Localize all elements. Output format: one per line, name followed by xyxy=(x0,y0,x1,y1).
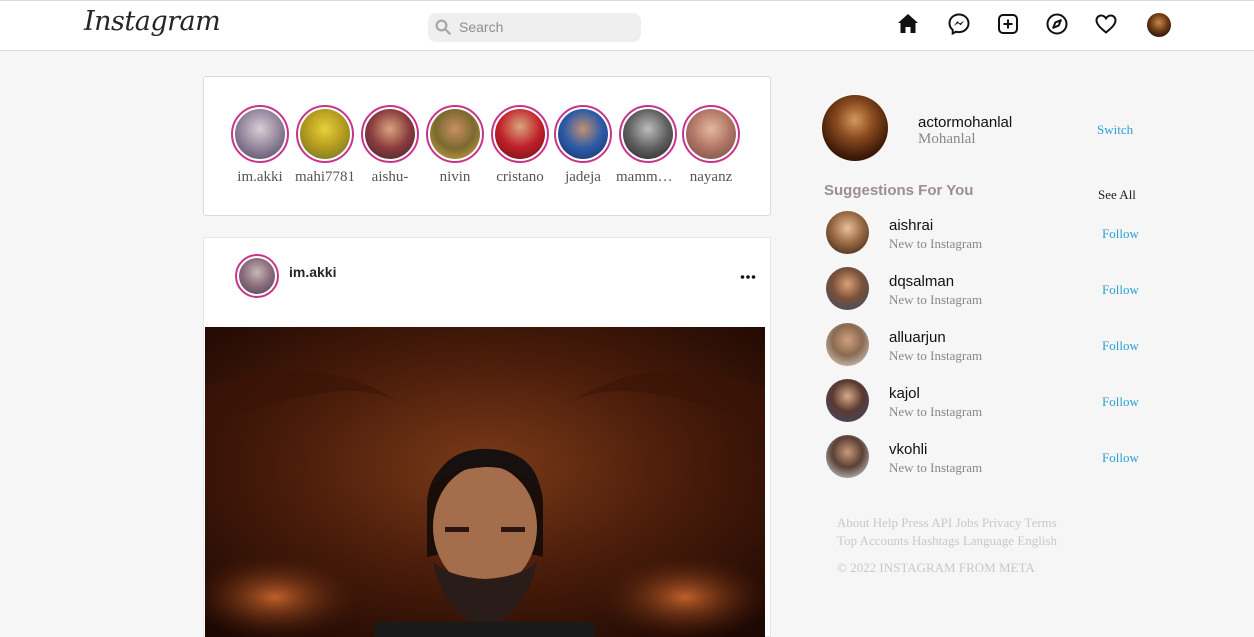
post-photo xyxy=(205,327,765,637)
search-placeholder: Search xyxy=(459,19,504,35)
suggestion-avatar[interactable] xyxy=(826,379,869,422)
follow-button[interactable]: Follow xyxy=(1102,226,1139,242)
suggestion-username[interactable]: vkohli xyxy=(889,441,927,458)
suggestion-username[interactable]: kajol xyxy=(889,385,920,402)
heart-icon[interactable] xyxy=(1094,12,1118,36)
current-user-avatar[interactable] xyxy=(822,95,888,161)
story-item[interactable]: nivin xyxy=(423,105,487,186)
footer-links-line-1[interactable]: About Help Press API Jobs Privacy Terms xyxy=(837,514,1077,532)
story-avatar xyxy=(686,109,736,159)
post-author-avatar[interactable] xyxy=(235,254,279,298)
avatar-image xyxy=(239,258,275,294)
profile-avatar[interactable] xyxy=(1147,13,1171,37)
story-ring xyxy=(682,105,740,163)
see-all-link[interactable]: See All xyxy=(1098,187,1136,203)
suggestion-username[interactable]: dqsalman xyxy=(889,273,954,290)
story-username: nayanz xyxy=(689,169,733,185)
search-icon xyxy=(435,19,451,35)
story-ring xyxy=(619,105,677,163)
story-item[interactable]: aishu- xyxy=(358,105,422,186)
story-ring xyxy=(554,105,612,163)
story-username: mahi7781 xyxy=(295,169,355,185)
follow-button[interactable]: Follow xyxy=(1102,338,1139,354)
copyright-text: © 2022 INSTAGRAM FROM META xyxy=(837,560,1035,575)
story-ring xyxy=(426,105,484,163)
story-avatar xyxy=(558,109,608,159)
story-username: aishu- xyxy=(371,169,409,185)
post-author-username[interactable]: im.akki xyxy=(289,264,336,280)
story-ring xyxy=(231,105,289,163)
suggestion-subtitle: New to Instagram xyxy=(889,236,983,251)
story-avatar xyxy=(365,109,415,159)
suggestion-username[interactable]: aishrai xyxy=(889,217,933,234)
feed-post: im.akki xyxy=(203,237,771,637)
story-avatar xyxy=(430,109,480,159)
suggestions-title: Suggestions For You xyxy=(824,182,974,199)
suggestion-item: alluarjun New to Instagram Follow xyxy=(826,323,1146,367)
messenger-icon[interactable] xyxy=(947,12,971,36)
suggestion-item: vkohli New to Instagram Follow xyxy=(826,435,1146,479)
suggestion-subtitle: New to Instagram xyxy=(889,460,983,475)
story-username: mammootty xyxy=(616,169,680,185)
story-avatar xyxy=(235,109,285,159)
story-avatar xyxy=(300,109,350,159)
story-username: im.akki xyxy=(237,169,283,185)
story-avatar xyxy=(495,109,545,159)
explore-icon[interactable] xyxy=(1045,12,1069,36)
story-item[interactable]: mammootty xyxy=(616,105,680,186)
story-item[interactable]: cristano xyxy=(488,105,552,186)
stories-bar: im.akki mahi7781 aishu- nivin cristano j… xyxy=(203,76,771,216)
suggestion-item: dqsalman New to Instagram Follow xyxy=(826,267,1146,311)
story-ring xyxy=(491,105,549,163)
search-input[interactable]: Search xyxy=(428,13,641,42)
footer-links: About Help Press API Jobs Privacy Terms … xyxy=(837,514,1077,550)
switch-account-button[interactable]: Switch xyxy=(1097,122,1133,138)
suggestion-avatar[interactable] xyxy=(826,211,869,254)
more-options-icon[interactable] xyxy=(740,274,756,280)
suggestion-subtitle: New to Instagram xyxy=(889,404,983,419)
suggestion-avatar[interactable] xyxy=(826,323,869,366)
instagram-logo[interactable]: Instagram xyxy=(84,6,221,37)
post-image[interactable] xyxy=(205,327,765,637)
follow-button[interactable]: Follow xyxy=(1102,282,1139,298)
story-ring xyxy=(361,105,419,163)
footer-links-line-2[interactable]: Top Accounts Hashtags Language English xyxy=(837,532,1077,550)
suggestion-avatar[interactable] xyxy=(826,435,869,478)
story-item[interactable]: jadeja xyxy=(551,105,615,186)
top-navbar: Instagram Search xyxy=(0,0,1254,51)
suggestion-subtitle: New to Instagram xyxy=(889,348,983,363)
suggestion-item: kajol New to Instagram Follow xyxy=(826,379,1146,423)
suggestion-item: aishrai New to Instagram Follow xyxy=(826,211,1146,255)
story-username: cristano xyxy=(496,169,544,185)
follow-button[interactable]: Follow xyxy=(1102,394,1139,410)
story-ring xyxy=(296,105,354,163)
story-avatar xyxy=(623,109,673,159)
home-icon[interactable] xyxy=(896,12,920,36)
suggestion-avatar[interactable] xyxy=(826,267,869,310)
story-username: nivin xyxy=(439,169,471,185)
story-item[interactable]: mahi7781 xyxy=(293,105,357,186)
suggestion-subtitle: New to Instagram xyxy=(889,292,983,307)
new-post-icon[interactable] xyxy=(996,12,1020,36)
current-user-username[interactable]: actormohanlal xyxy=(918,114,1012,131)
suggestion-username[interactable]: alluarjun xyxy=(889,329,946,346)
story-item[interactable]: nayanz xyxy=(679,105,743,186)
follow-button[interactable]: Follow xyxy=(1102,450,1139,466)
current-user-name: Mohanlal xyxy=(918,131,976,147)
story-item[interactable]: im.akki xyxy=(228,105,292,186)
story-username: jadeja xyxy=(565,169,601,185)
